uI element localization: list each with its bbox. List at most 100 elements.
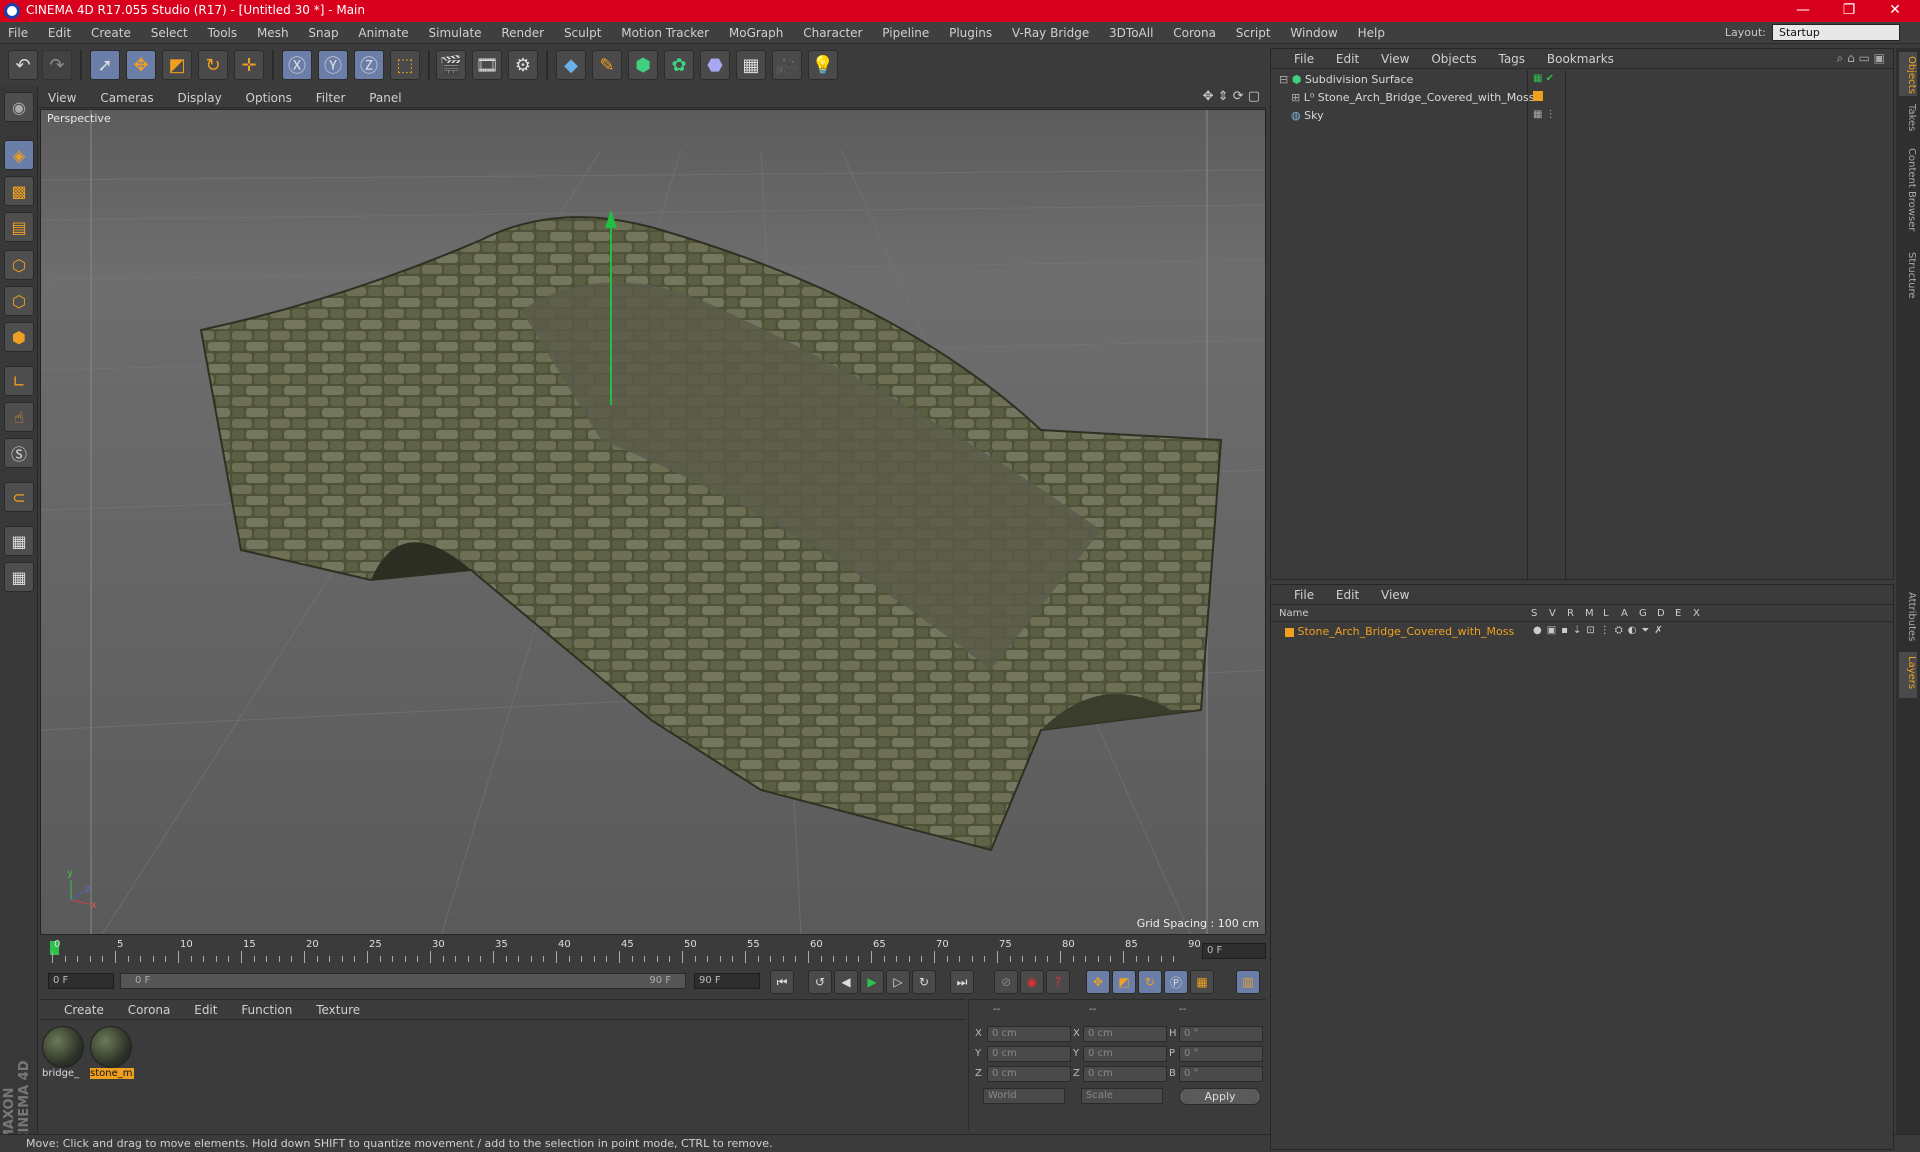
x-axis-lock-icon[interactable]: Ⓧ (282, 50, 312, 80)
viewport-navigation-icon[interactable]: ✥ ⇕ ⟳ ▢ (1203, 89, 1260, 104)
magnet-icon[interactable]: ⊂ (4, 482, 34, 512)
texture-mode-icon[interactable]: ▩ (4, 176, 34, 206)
layer-flag-icons[interactable]: ●▣▪⇣⊡⋮⛭◐⏷✗ (1533, 625, 1668, 636)
scale-key-icon[interactable]: ◩ (1112, 970, 1136, 994)
record-keys-icon[interactable]: ⊘ (994, 970, 1018, 994)
play-icon[interactable]: ▶ (860, 970, 884, 994)
edit-render-settings-icon[interactable]: ⚙ (508, 50, 538, 80)
edges-mode-icon[interactable]: ⬡ (4, 286, 34, 316)
light-icon[interactable]: 💡 (808, 50, 838, 80)
axis-mode-icon[interactable]: ∟ (4, 366, 34, 396)
viewport-menu-cameras[interactable]: Cameras (90, 88, 163, 108)
planar-workplane-icon[interactable]: ▦ (4, 562, 34, 592)
deformer-icon[interactable]: ⬣ (700, 50, 730, 80)
next-key-icon[interactable]: ↻ (912, 970, 936, 994)
render-view-icon[interactable]: 🎬 (436, 50, 466, 80)
enabled-check-icon[interactable]: ▦ ✔ (1533, 73, 1554, 84)
menu-pipeline[interactable]: Pipeline (874, 22, 937, 44)
tweak-mode-icon[interactable]: ☝ (4, 402, 34, 432)
menu-sculpt[interactable]: Sculpt (556, 22, 609, 44)
menu-help[interactable]: Help (1350, 22, 1393, 44)
position-key-icon[interactable]: ✥ (1086, 970, 1110, 994)
menu-render[interactable]: Render (493, 22, 552, 44)
tab-attributes[interactable]: Attributes (1899, 588, 1917, 648)
object-row-subdivision-surface[interactable]: ⊟ ⬢ Subdivision Surface (1279, 71, 1413, 89)
polygons-mode-icon[interactable]: ⬢ (4, 322, 34, 352)
close-button[interactable]: ✕ (1872, 0, 1918, 22)
menu-vray-bridge[interactable]: V-Ray Bridge (1004, 22, 1097, 44)
frame-range-slider[interactable]: 0 F 90 F (120, 973, 686, 989)
autokeying-icon[interactable]: ◉ (1020, 970, 1044, 994)
layer-menu-view[interactable]: View (1372, 585, 1418, 605)
previous-key-icon[interactable]: ↺ (808, 970, 832, 994)
position-y-field[interactable]: 0 cm (987, 1046, 1071, 1062)
subdivision-surface-icon[interactable]: ⬢ (628, 50, 658, 80)
redo-icon[interactable]: ↷ (42, 50, 72, 80)
object-manager-search-icon[interactable]: ⌕ ⌂ ▭ ▣ (1837, 51, 1885, 66)
restore-button[interactable]: ❐ (1826, 0, 1872, 22)
timeline-window-icon[interactable]: ▥ (1236, 970, 1260, 994)
size-y-field[interactable]: 0 cm (1083, 1046, 1167, 1062)
perspective-viewport[interactable]: y z x Perspective Grid Spacing : 100 cm (40, 109, 1266, 935)
current-frame-field[interactable]: 0 F (1202, 943, 1266, 959)
object-row-sky[interactable]: ◍ Sky (1291, 107, 1324, 125)
visibility-dots-icon[interactable]: ▦ ⋮ (1533, 109, 1556, 120)
rotation-h-field[interactable]: 0 ° (1179, 1026, 1263, 1042)
end-frame-field[interactable]: 90 F (694, 973, 760, 989)
model-mode-icon[interactable]: ◈ (4, 140, 34, 170)
apply-button[interactable]: Apply (1179, 1088, 1261, 1105)
coordinate-space-dropdown[interactable]: World (983, 1088, 1065, 1104)
locked-workplane-icon[interactable]: ▦ (4, 526, 34, 556)
rotation-b-field[interactable]: 0 ° (1179, 1066, 1263, 1082)
previous-frame-icon[interactable]: ◀ (834, 970, 858, 994)
menu-character[interactable]: Character (795, 22, 870, 44)
menu-file[interactable]: File (0, 22, 36, 44)
live-selection-icon[interactable]: ➚ (90, 50, 120, 80)
viewport-menu-display[interactable]: Display (167, 88, 231, 108)
scale-tool-icon[interactable]: ◩ (162, 50, 192, 80)
layer-menu-edit[interactable]: Edit (1327, 585, 1368, 605)
viewport-menu-panel[interactable]: Panel (359, 88, 411, 108)
z-axis-lock-icon[interactable]: Ⓩ (354, 50, 384, 80)
menu-corona[interactable]: Corona (1165, 22, 1224, 44)
menu-simulate[interactable]: Simulate (421, 22, 490, 44)
menu-motion-tracker[interactable]: Motion Tracker (613, 22, 717, 44)
coordinate-system-icon[interactable]: ⬚ (390, 50, 420, 80)
tab-layers[interactable]: Layers (1899, 652, 1917, 698)
layer-color-tag[interactable] (1533, 91, 1543, 101)
points-mode-icon[interactable]: ⬡ (4, 250, 34, 280)
object-menu-edit[interactable]: Edit (1327, 49, 1368, 69)
cube-icon[interactable]: ◆ (556, 50, 586, 80)
position-x-field[interactable]: 0 cm (987, 1026, 1071, 1042)
material-swatch-stone[interactable]: stone_m (90, 1026, 134, 1082)
menu-mesh[interactable]: Mesh (249, 22, 297, 44)
object-menu-view[interactable]: View (1372, 49, 1418, 69)
viewport-menu-view[interactable]: View (38, 88, 86, 108)
undo-icon[interactable]: ↶ (8, 50, 38, 80)
next-frame-icon[interactable]: ▷ (886, 970, 910, 994)
position-z-field[interactable]: 0 cm (987, 1066, 1071, 1082)
tab-content-browser[interactable]: Content Browser (1899, 144, 1917, 244)
layer-row-stone-arch-bridge[interactable]: Stone_Arch_Bridge_Covered_with_Moss (1285, 623, 1514, 641)
keyframe-selection-icon[interactable]: ? (1046, 970, 1070, 994)
size-mode-dropdown[interactable]: Scale (1081, 1088, 1163, 1104)
menu-window[interactable]: Window (1282, 22, 1345, 44)
object-menu-objects[interactable]: Objects (1422, 49, 1485, 69)
menu-tools[interactable]: Tools (200, 22, 246, 44)
rotation-p-field[interactable]: 0 ° (1179, 1046, 1263, 1062)
workplane-mode-icon[interactable]: ▤ (4, 212, 34, 242)
cloner-icon[interactable]: ✿ (664, 50, 694, 80)
material-menu-create[interactable]: Create (54, 1000, 114, 1020)
menu-edit[interactable]: Edit (40, 22, 79, 44)
menu-animate[interactable]: Animate (350, 22, 416, 44)
pen-spline-icon[interactable]: ✎ (592, 50, 622, 80)
tab-takes[interactable]: Takes (1899, 100, 1917, 140)
move-tool-icon[interactable]: ✥ (126, 50, 156, 80)
y-axis-lock-icon[interactable]: Ⓨ (318, 50, 348, 80)
object-menu-tags[interactable]: Tags (1489, 49, 1534, 69)
floor-icon[interactable]: ▦ (736, 50, 766, 80)
object-row-stone-arch-bridge[interactable]: ⊞ L⁰ Stone_Arch_Bridge_Covered_with_Moss (1291, 89, 1534, 107)
camera-icon[interactable]: 🎥 (772, 50, 802, 80)
tab-objects[interactable]: Objects (1899, 52, 1917, 96)
go-to-start-icon[interactable]: ⏮ (770, 970, 794, 994)
